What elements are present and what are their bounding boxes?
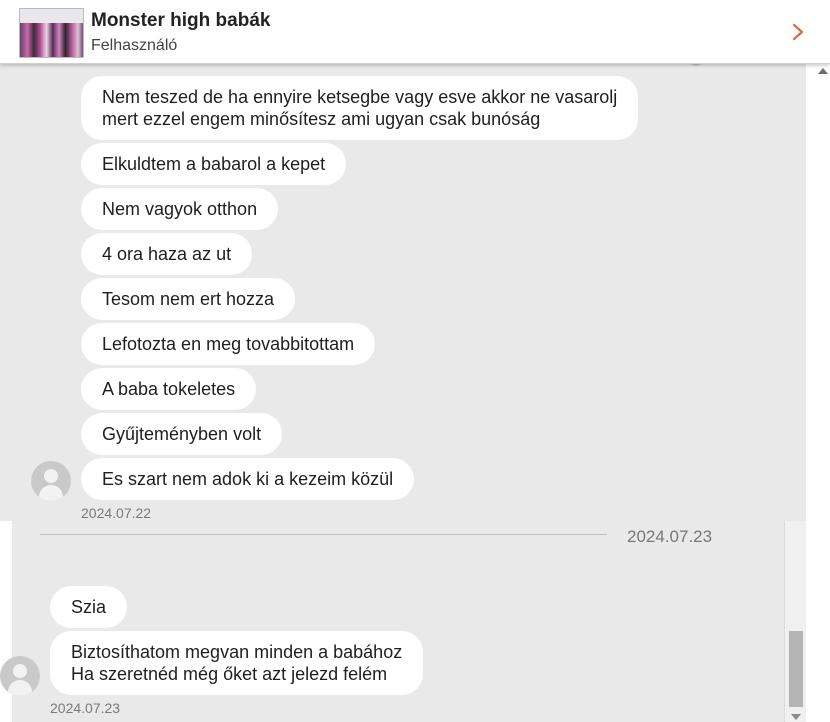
- message-bubble[interactable]: Szia: [50, 586, 128, 628]
- message-line: Nem vagyok otthon: [102, 199, 258, 219]
- message-timestamp: 2024.07.22: [81, 505, 152, 521]
- outer-scrollbar-track[interactable]: [806, 64, 830, 722]
- message-scrollbar[interactable]: [784, 521, 806, 722]
- message-line: A baba tokeletes: [102, 379, 236, 399]
- conversation-title: Monster high babák: [91, 10, 271, 31]
- message-line: Biztosíthatom megvan minden a babához: [71, 642, 403, 662]
- message-line: Es szart nem adok ki a kezeim közül: [102, 469, 394, 489]
- message-line: Tesom nem ert hozza: [102, 289, 275, 309]
- date-divider-label: 2024.07.23: [627, 527, 713, 546]
- message-bubble[interactable]: Biztosíthatom megvan minden a babához Ha…: [50, 631, 424, 695]
- message-timestamp: 2024.07.23: [50, 700, 121, 716]
- message-line: Szia: [71, 597, 107, 617]
- date-divider-line: [40, 534, 607, 535]
- message-line: Nem teszed de ha ennyire ketsegbe vagy e…: [102, 87, 618, 107]
- message-bubble[interactable]: Nem vagyok otthon: [81, 188, 279, 230]
- conversation-subtitle: Felhasználó: [91, 37, 178, 54]
- message-line: mert ezzel engem minősítesz ami ugyan cs…: [102, 109, 541, 129]
- message-bubble[interactable]: Lefotozta en meg tovabbitottam: [81, 323, 376, 365]
- scroll-down-arrow-icon[interactable]: [791, 714, 801, 720]
- product-thumbnail[interactable]: [19, 8, 84, 58]
- message-line: 4 ora haza az ut: [102, 244, 232, 264]
- message-bubble[interactable]: 4 ora haza az ut: [81, 233, 253, 275]
- message-line: Elkuldtem a babarol a kepet: [102, 154, 326, 174]
- sender-avatar[interactable]: [0, 656, 40, 696]
- message-line: Gyűjteményben volt: [102, 424, 262, 444]
- message-bubble[interactable]: Gyűjteményben volt: [81, 413, 283, 455]
- message-line: Lefotozta en meg tovabbitottam: [102, 334, 355, 354]
- message-bubble[interactable]: Tesom nem ert hozza: [81, 278, 296, 320]
- message-line: Ha szeretnéd még őket azt jelezd felém: [71, 664, 388, 684]
- message-bubble[interactable]: Elkuldtem a babarol a kepet: [81, 143, 347, 185]
- chat-header[interactable]: Monster high babák Felhasználó: [0, 0, 830, 64]
- scrollbar-thumb[interactable]: [789, 631, 803, 707]
- sender-avatar[interactable]: [31, 461, 71, 501]
- message-bubble[interactable]: A baba tokeletes: [81, 368, 257, 410]
- chevron-right-icon[interactable]: [791, 21, 805, 43]
- scroll-up-arrow-icon[interactable]: [818, 68, 828, 74]
- message-bubble[interactable]: Es szart nem adok ki a kezeim közül: [81, 458, 415, 500]
- message-bubble[interactable]: Nem teszed de ha ennyire ketsegbe vagy e…: [81, 76, 639, 140]
